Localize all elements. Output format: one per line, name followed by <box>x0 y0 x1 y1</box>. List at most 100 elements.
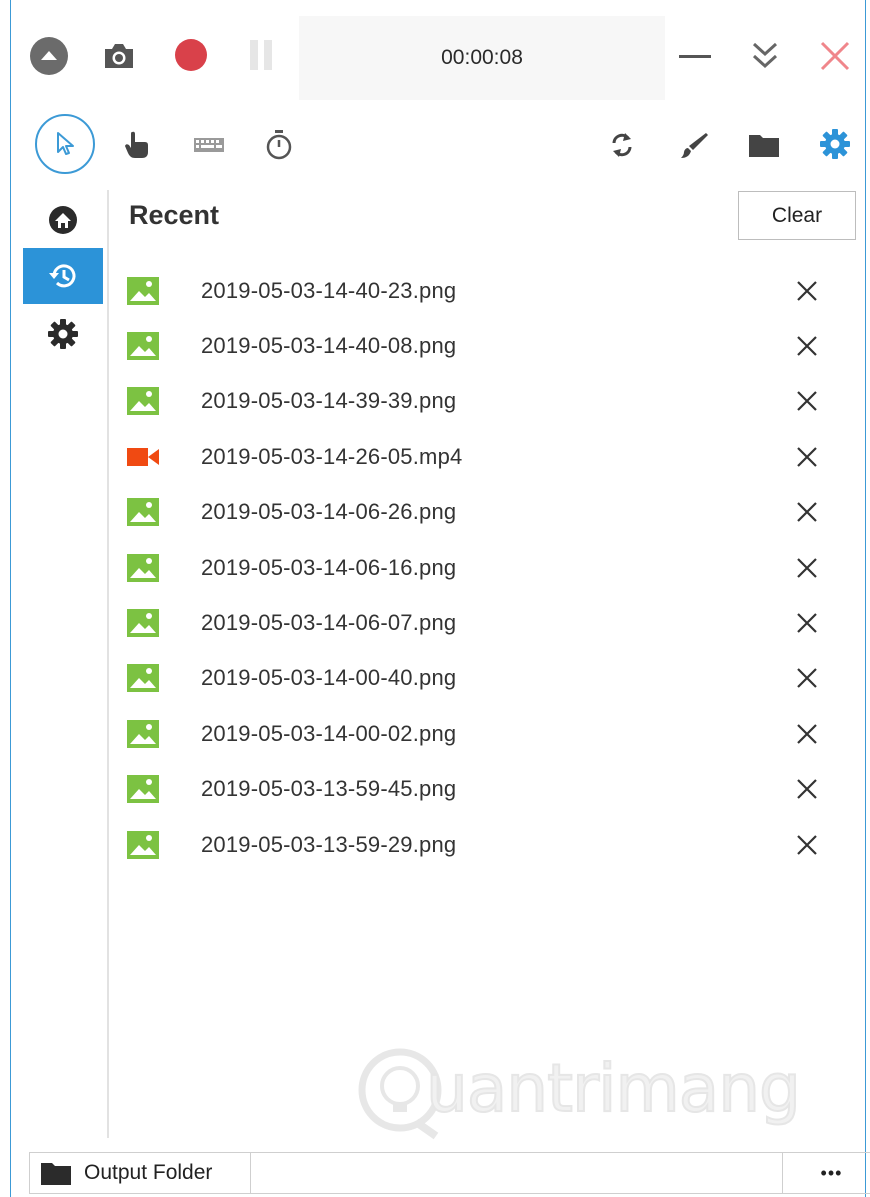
x-icon <box>797 447 817 467</box>
more-options-button[interactable]: ••• <box>783 1152 870 1194</box>
settings-button[interactable] <box>815 124 855 164</box>
list-item[interactable]: 2019-05-03-13-59-45.png <box>111 762 870 817</box>
file-name: 2019-05-03-14-39-39.png <box>201 388 457 414</box>
nav-recent[interactable] <box>23 248 103 304</box>
image-file-icon <box>127 553 159 582</box>
minimize-button[interactable] <box>675 36 715 76</box>
folder-icon <box>41 1163 71 1185</box>
close-icon <box>820 41 850 71</box>
remove-item-button[interactable] <box>791 496 823 528</box>
list-item[interactable]: 2019-05-03-14-06-07.png <box>111 595 870 650</box>
brush-icon <box>681 133 708 158</box>
watermark-text: uantrimang <box>425 1049 802 1128</box>
image-file-icon <box>127 664 159 693</box>
folder-icon <box>749 135 779 157</box>
gear-icon <box>820 129 850 159</box>
tool-bar <box>11 112 867 178</box>
record-dot-icon <box>175 39 207 71</box>
switch-mode-button[interactable] <box>603 126 641 164</box>
timer-text: 00:00:08 <box>441 46 523 69</box>
file-name: 2019-05-03-14-06-07.png <box>201 610 457 636</box>
remove-item-button[interactable] <box>791 275 823 307</box>
image-file-icon <box>127 775 159 804</box>
list-item[interactable]: 2019-05-03-14-39-39.png <box>111 374 870 429</box>
remove-item-button[interactable] <box>791 829 823 861</box>
status-path-area <box>251 1152 783 1194</box>
clicks-toggle[interactable] <box>119 126 155 164</box>
clear-button[interactable]: Clear <box>738 191 856 240</box>
close-button[interactable] <box>815 36 855 76</box>
side-navigation <box>23 190 103 1140</box>
stopwatch-icon <box>266 130 292 160</box>
status-bar: Output Folder ••• <box>19 1152 870 1194</box>
list-item[interactable]: 2019-05-03-14-26-05.mp4 <box>111 429 870 484</box>
file-name: 2019-05-03-13-59-29.png <box>201 831 457 857</box>
open-folder-button[interactable] <box>745 126 783 164</box>
remove-item-button[interactable] <box>791 330 823 362</box>
x-icon <box>797 391 817 412</box>
x-icon <box>797 724 817 744</box>
x-icon <box>797 336 817 356</box>
remove-item-button[interactable] <box>791 607 823 639</box>
x-icon <box>797 779 817 799</box>
file-name: 2019-05-03-14-06-26.png <box>201 499 457 525</box>
double-chevron-down-icon <box>752 42 778 69</box>
remove-item-button[interactable] <box>791 718 823 750</box>
pause-icon <box>250 40 272 70</box>
file-name: 2019-05-03-14-26-05.mp4 <box>201 443 463 469</box>
chevron-up-circle-icon <box>30 37 68 75</box>
image-file-icon <box>127 387 159 416</box>
image-file-icon <box>127 719 159 748</box>
remove-item-button[interactable] <box>791 552 823 584</box>
watermark-logo: uantrimang <box>356 1040 806 1150</box>
x-icon <box>797 613 817 633</box>
nav-home[interactable] <box>23 192 103 248</box>
pause-button[interactable] <box>241 34 281 76</box>
file-name: 2019-05-03-13-59-45.png <box>201 776 457 802</box>
pointer-toggle[interactable] <box>35 114 95 174</box>
image-file-icon <box>127 332 159 361</box>
list-item[interactable]: 2019-05-03-14-06-16.png <box>111 540 870 595</box>
list-item[interactable]: 2019-05-03-14-00-02.png <box>111 706 870 761</box>
recording-bar: 00:00:08 <box>11 10 867 100</box>
keystrokes-toggle[interactable] <box>189 130 229 160</box>
output-folder-button[interactable]: Output Folder <box>29 1152 251 1194</box>
video-camera-icon <box>127 443 159 471</box>
keyboard-icon <box>194 138 224 152</box>
hide-button[interactable] <box>745 36 785 76</box>
page-title: Recent <box>129 200 220 230</box>
image-file-icon <box>127 830 159 859</box>
camera-icon <box>105 44 133 68</box>
screenshot-button[interactable] <box>99 36 139 76</box>
swap-icon <box>612 133 632 157</box>
history-icon <box>49 264 76 288</box>
hand-pointer-icon <box>125 131 148 158</box>
recording-timer: 00:00:08 <box>299 16 665 100</box>
list-item[interactable]: 2019-05-03-14-06-26.png <box>111 485 870 540</box>
file-name: 2019-05-03-14-00-02.png <box>201 720 457 746</box>
recorder-window: 00:00:08 Recent Clear 2019-05-03-14-40-2… <box>10 0 870 1197</box>
file-name: 2019-05-03-14-06-16.png <box>201 554 457 580</box>
collapse-button[interactable] <box>27 34 71 78</box>
draw-button[interactable] <box>675 126 713 164</box>
home-icon <box>49 206 77 234</box>
x-icon <box>797 280 817 301</box>
list-item[interactable]: 2019-05-03-14-40-08.png <box>111 318 870 373</box>
output-folder-label: Output Folder <box>84 1161 213 1184</box>
file-name: 2019-05-03-14-00-40.png <box>201 665 457 691</box>
record-button[interactable] <box>170 34 212 76</box>
list-item[interactable]: 2019-05-03-14-00-40.png <box>111 651 870 706</box>
list-item[interactable]: 2019-05-03-13-59-29.png <box>111 817 870 872</box>
remove-item-button[interactable] <box>791 441 823 473</box>
list-item[interactable]: 2019-05-03-14-40-23.png <box>111 263 870 318</box>
x-icon <box>797 557 817 578</box>
mouse-pointer-icon <box>57 132 74 155</box>
image-file-icon <box>127 498 159 527</box>
file-name: 2019-05-03-14-40-08.png <box>201 333 457 359</box>
timer-toggle[interactable] <box>261 126 297 164</box>
nav-settings[interactable] <box>23 306 103 362</box>
remove-item-button[interactable] <box>791 773 823 805</box>
remove-item-button[interactable] <box>791 662 823 694</box>
file-name: 2019-05-03-14-40-23.png <box>201 277 457 303</box>
remove-item-button[interactable] <box>791 385 823 417</box>
